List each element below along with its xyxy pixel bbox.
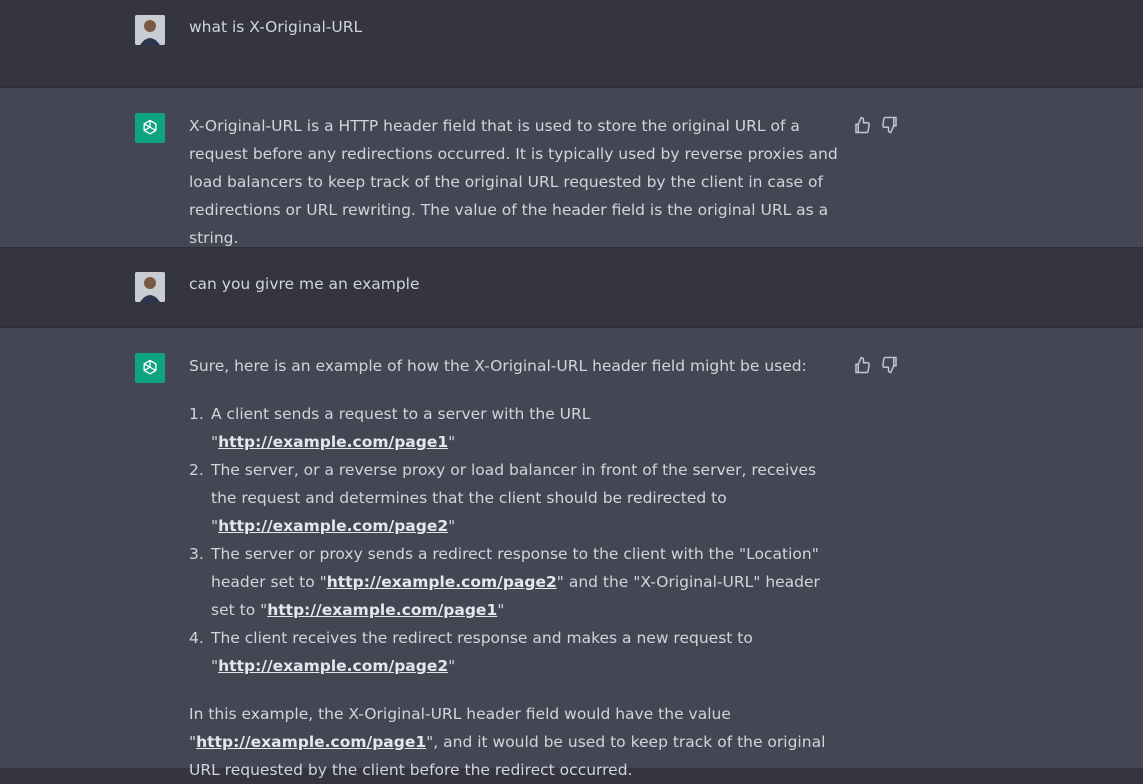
feedback-buttons (853, 356, 899, 374)
assistant-message-body: Sure, here is an example of how the X-Or… (189, 352, 839, 784)
message-assistant-2: Sure, here is an example of how the X-Or… (0, 328, 1143, 779)
message-user-2: can you givre me an example (0, 248, 1143, 328)
user-avatar (135, 272, 165, 302)
link[interactable]: http://example.com/page1 (196, 733, 426, 751)
link[interactable]: http://example.com/page1 (267, 601, 497, 619)
message-assistant-1: X-Original-URL is a HTTP header field th… (0, 88, 1143, 248)
example-steps-list: 1. A client sends a request to a server … (189, 400, 839, 680)
thumbs-up-icon[interactable] (853, 356, 871, 374)
list-item: 2. The server, or a reverse proxy or loa… (189, 461, 817, 535)
list-item: 3. The server or proxy sends a redirect … (189, 545, 820, 619)
assistant-message-text: X-Original-URL is a HTTP header field th… (189, 117, 838, 247)
link[interactable]: http://example.com/page2 (327, 573, 557, 591)
outro-text: In this example, the X-Original-URL head… (189, 705, 826, 779)
thumbs-down-icon[interactable] (881, 356, 899, 374)
openai-logo-icon (135, 113, 165, 143)
intro-text: Sure, here is an example of how the X-Or… (189, 357, 807, 375)
thumbs-up-icon[interactable] (853, 116, 871, 134)
link[interactable]: http://example.com/page2 (218, 657, 448, 675)
feedback-buttons (853, 116, 899, 134)
openai-logo-icon (135, 353, 165, 383)
user-avatar (135, 15, 165, 45)
user-message-text: can you givre me an example (189, 275, 420, 293)
link[interactable]: http://example.com/page1 (218, 433, 448, 451)
thumbs-down-icon[interactable] (881, 116, 899, 134)
message-user-1: what is X-Original-URL (0, 0, 1143, 88)
list-item: 1. A client sends a request to a server … (189, 405, 591, 451)
link[interactable]: http://example.com/page2 (218, 517, 448, 535)
user-message-text: what is X-Original-URL (189, 18, 363, 36)
list-item: 4. The client receives the redirect resp… (189, 629, 753, 675)
